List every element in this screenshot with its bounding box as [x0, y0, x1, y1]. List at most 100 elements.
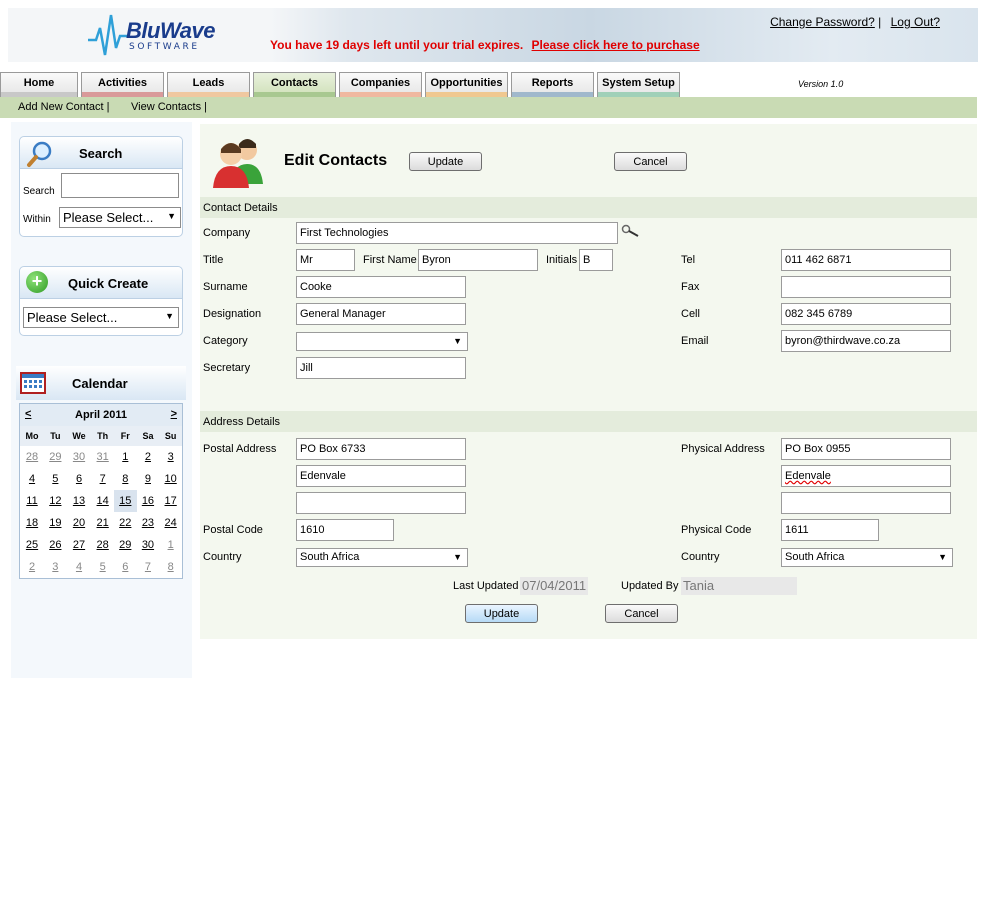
calendar-day[interactable]: 17: [159, 490, 182, 512]
weekday-label: We: [66, 426, 92, 446]
calendar-day[interactable]: 14: [91, 490, 114, 512]
calendar-day[interactable]: 2: [20, 556, 44, 578]
within-select[interactable]: Please Select... ▼: [59, 207, 181, 228]
calendar-day[interactable]: 28: [91, 534, 114, 556]
physical-address-line3[interactable]: [781, 492, 951, 514]
calendar-day[interactable]: 3: [159, 446, 182, 468]
calendar-day[interactable]: 21: [91, 512, 114, 534]
calendar-day[interactable]: 7: [137, 556, 160, 578]
address-details-header: Address Details: [200, 411, 977, 432]
tab-contacts[interactable]: Contacts: [253, 72, 336, 98]
title-field[interactable]: Mr: [296, 249, 355, 271]
surname-field[interactable]: Cooke: [296, 276, 466, 298]
calendar-day[interactable]: 29: [44, 446, 67, 468]
purchase-link[interactable]: Please click here to purchase: [532, 38, 700, 52]
cancel-button-bottom[interactable]: Cancel: [605, 604, 678, 623]
category-select[interactable]: ▼: [296, 332, 468, 351]
calendar-day[interactable]: 2: [137, 446, 160, 468]
prev-month-link[interactable]: <: [25, 408, 31, 420]
company-field[interactable]: First Technologies: [296, 222, 618, 244]
designation-field[interactable]: General Manager: [296, 303, 466, 325]
physical-country-select[interactable]: South Africa ▼: [781, 548, 953, 567]
postal-address-line3[interactable]: [296, 492, 466, 514]
calendar-day[interactable]: 3: [44, 556, 67, 578]
calendar-day[interactable]: 10: [159, 468, 182, 490]
calendar-icon: [20, 372, 46, 394]
calendar-day[interactable]: 18: [20, 512, 44, 534]
calendar-day[interactable]: 19: [44, 512, 67, 534]
calendar-day-today[interactable]: 15: [113, 490, 137, 512]
change-password-link[interactable]: Change Password?: [770, 15, 875, 29]
postal-address-line1[interactable]: PO Box 6733: [296, 438, 466, 460]
calendar-day[interactable]: 7: [91, 468, 114, 490]
calendar-day[interactable]: 1: [114, 446, 137, 468]
tab-system-setup[interactable]: System Setup: [597, 72, 680, 98]
calendar-day[interactable]: 8: [114, 468, 137, 490]
initials-field[interactable]: B: [579, 249, 613, 271]
calendar-day[interactable]: 8: [159, 556, 182, 578]
calendar-day[interactable]: 25: [20, 534, 44, 556]
postal-country-select[interactable]: South Africa ▼: [296, 548, 468, 567]
view-contacts-link[interactable]: View Contacts |: [131, 101, 207, 113]
calendar-day[interactable]: 11: [20, 490, 44, 512]
calendar-day[interactable]: 9: [137, 468, 160, 490]
secretary-field[interactable]: Jill: [296, 357, 466, 379]
secretary-label: Secretary: [203, 362, 251, 374]
tab-leads[interactable]: Leads: [167, 72, 250, 98]
tel-field[interactable]: 011 462 6871: [781, 249, 951, 271]
initials-label: Initials: [546, 254, 578, 266]
postal-address-line2[interactable]: Edenvale: [296, 465, 466, 487]
calendar-day[interactable]: 27: [67, 534, 92, 556]
weekday-label: Th: [91, 426, 114, 446]
calendar-day[interactable]: 6: [67, 468, 92, 490]
company-lookup-icon[interactable]: [621, 224, 639, 238]
tab-companies[interactable]: Companies: [339, 72, 422, 98]
calendar-day[interactable]: 20: [67, 512, 92, 534]
calendar-day[interactable]: 4: [20, 468, 44, 490]
calendar-header: Calendar: [16, 366, 186, 400]
add-new-contact-link[interactable]: Add New Contact |: [18, 101, 110, 113]
calendar-day[interactable]: 5: [91, 556, 114, 578]
chevron-down-icon: ▼: [165, 311, 174, 321]
cell-field[interactable]: 082 345 6789: [781, 303, 951, 325]
physical-code-field[interactable]: 1611: [781, 519, 879, 541]
calendar-day[interactable]: 22: [114, 512, 137, 534]
update-button-bottom[interactable]: Update: [465, 604, 538, 623]
calendar-day[interactable]: 26: [44, 534, 67, 556]
calendar-day[interactable]: 31: [91, 446, 114, 468]
tab-activities[interactable]: Activities: [81, 72, 164, 98]
physical-address-line2[interactable]: Edenvale: [781, 465, 951, 487]
company-label: Company: [203, 227, 251, 239]
physical-address-line1[interactable]: PO Box 0955: [781, 438, 951, 460]
calendar-day[interactable]: 1: [159, 534, 182, 556]
calendar-day[interactable]: 16: [137, 490, 160, 512]
fax-field[interactable]: [781, 276, 951, 298]
link-separator: |: [878, 15, 882, 29]
calendar-day[interactable]: 12: [44, 490, 67, 512]
cancel-button-top[interactable]: Cancel: [614, 152, 687, 171]
sidebar-search-input[interactable]: [61, 173, 179, 198]
update-button-top[interactable]: Update: [409, 152, 482, 171]
first-name-field[interactable]: Byron: [418, 249, 538, 271]
calendar-day[interactable]: 5: [44, 468, 67, 490]
tab-opportunities[interactable]: Opportunities: [425, 72, 508, 98]
next-month-link[interactable]: >: [171, 408, 177, 420]
quick-create-select[interactable]: Please Select... ▼: [23, 307, 179, 328]
calendar-day[interactable]: 28: [20, 446, 44, 468]
postal-code-field[interactable]: 1610: [296, 519, 394, 541]
calendar-day[interactable]: 4: [67, 556, 92, 578]
logout-link[interactable]: Log Out?: [891, 15, 940, 29]
calendar-day[interactable]: 30: [67, 446, 92, 468]
calendar-day[interactable]: 23: [137, 512, 160, 534]
calendar-day[interactable]: 13: [67, 490, 92, 512]
tab-reports[interactable]: Reports: [511, 72, 594, 98]
calendar-week: 4 5 6 7 8 9 10: [20, 468, 182, 490]
quick-create-panel: + Quick Create Please Select... ▼: [19, 266, 183, 336]
tab-home[interactable]: Home: [0, 72, 78, 98]
contacts-people-icon: [213, 139, 263, 188]
calendar-day[interactable]: 29: [114, 534, 137, 556]
email-field[interactable]: byron@thirdwave.co.za: [781, 330, 951, 352]
calendar-day[interactable]: 30: [137, 534, 160, 556]
calendar-day[interactable]: 6: [114, 556, 137, 578]
calendar-day[interactable]: 24: [159, 512, 182, 534]
